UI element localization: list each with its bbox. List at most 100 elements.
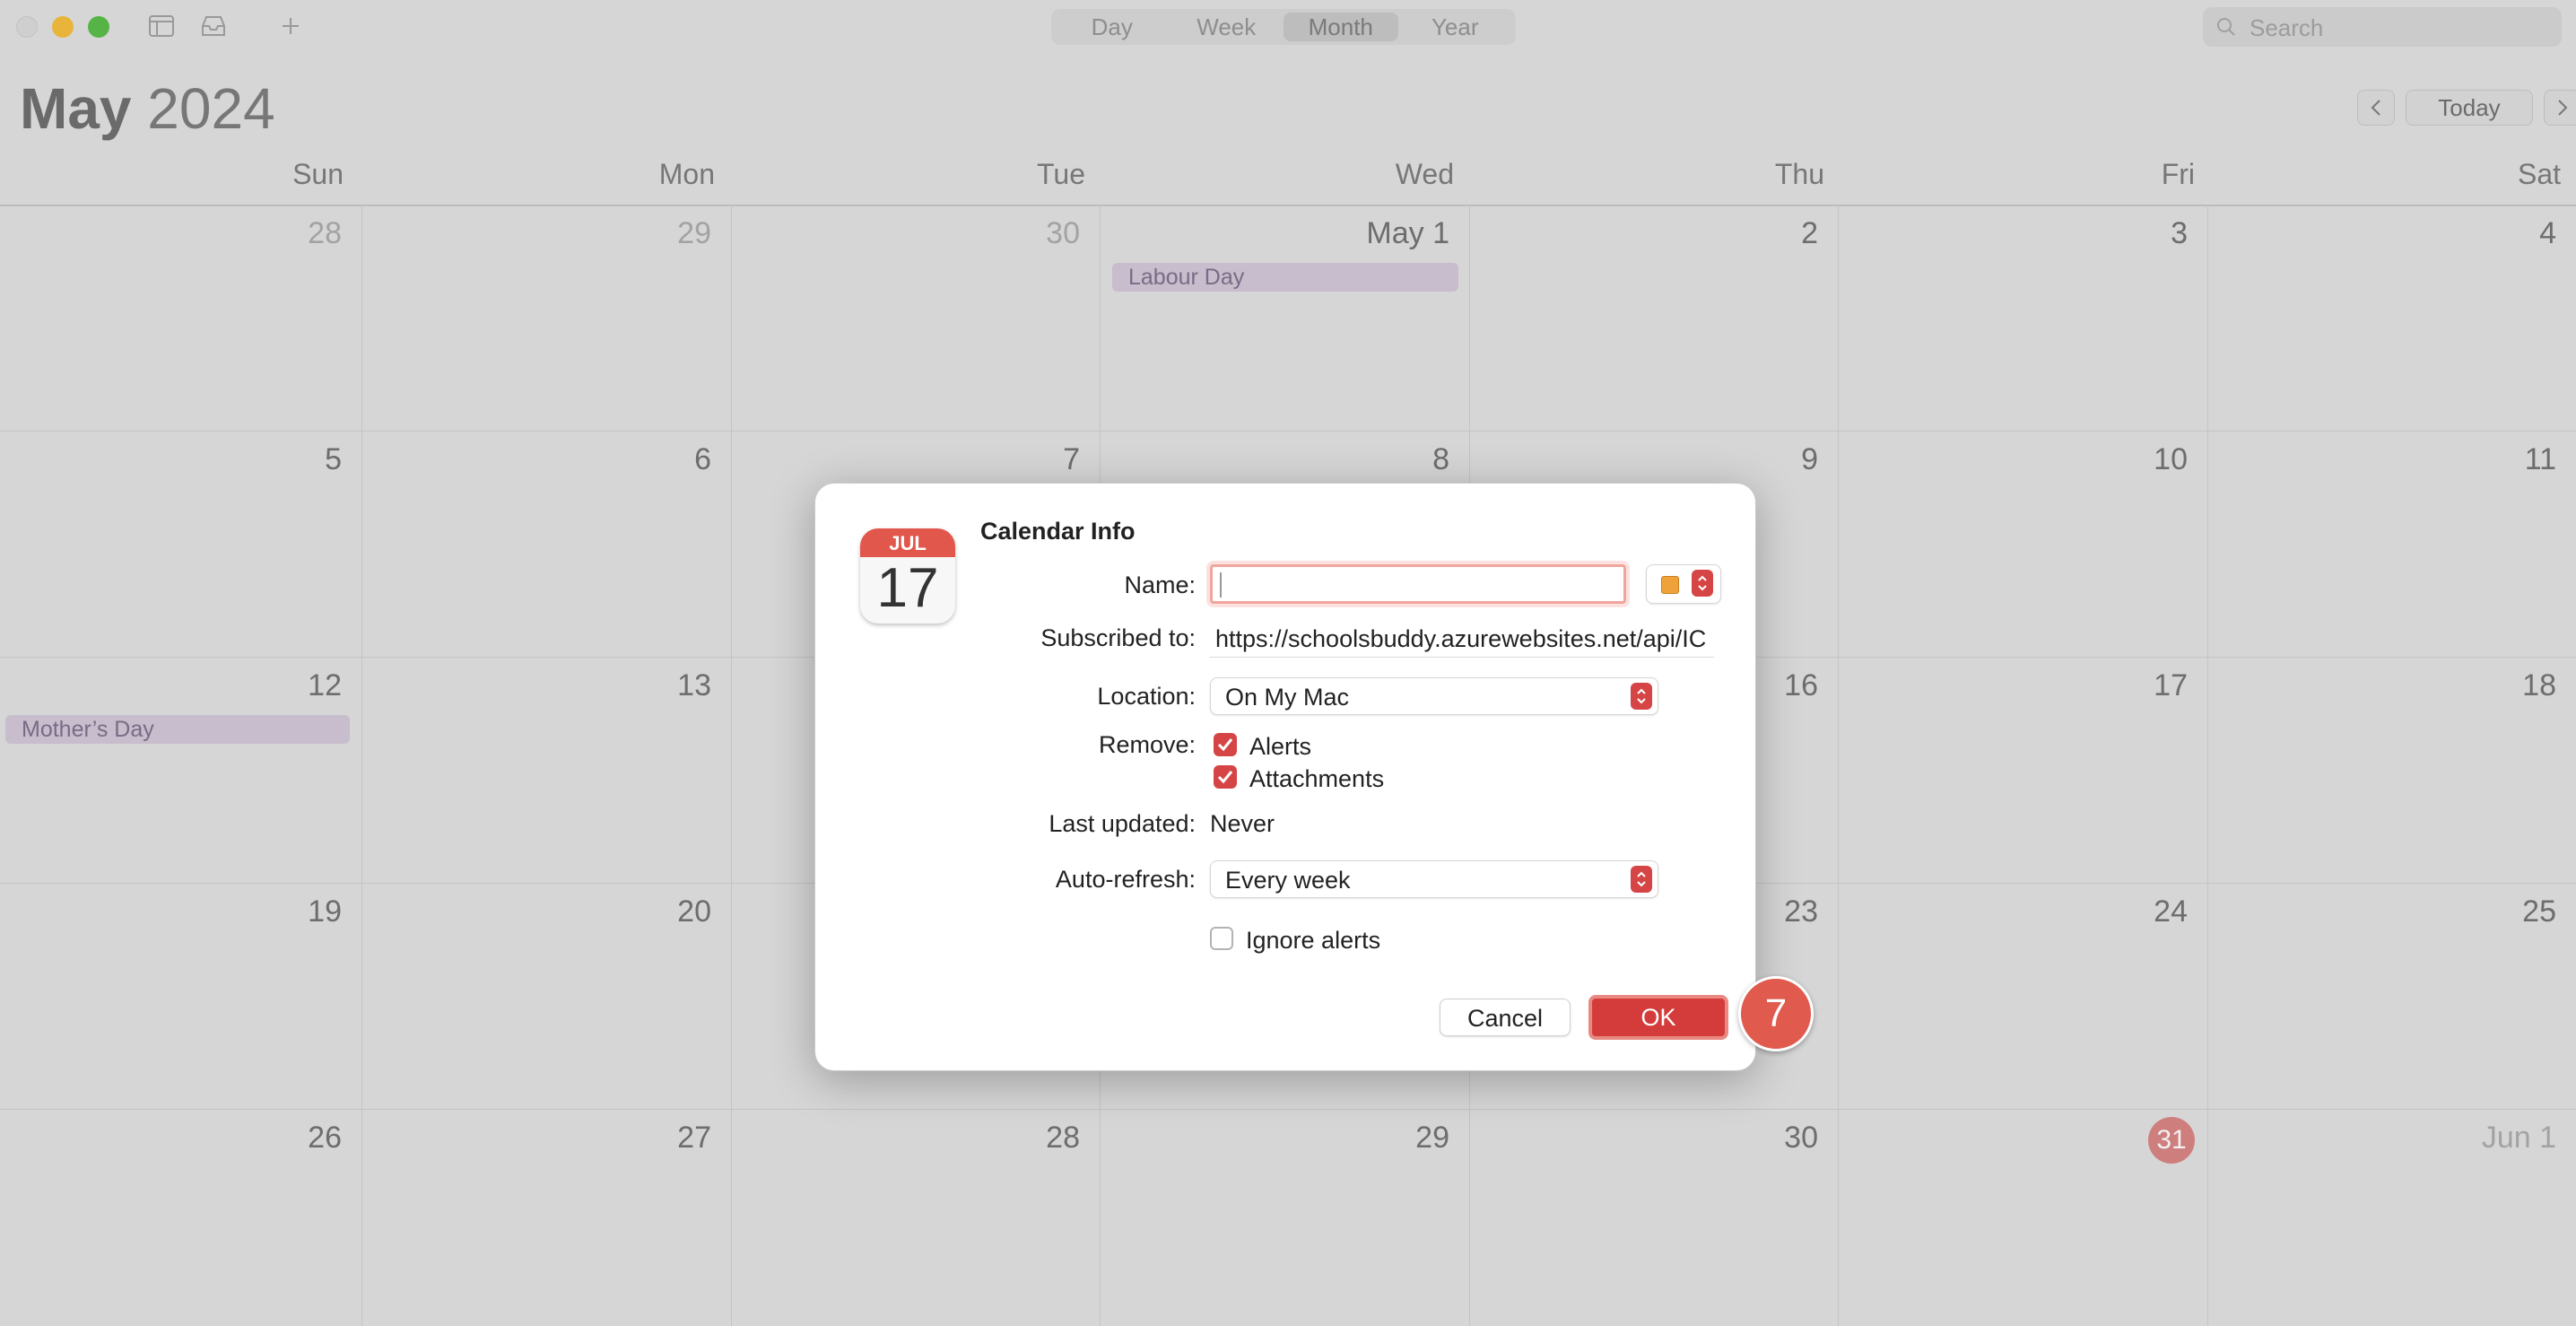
calendar-icon-day: 17 (876, 557, 939, 619)
inbox-icon[interactable] (199, 13, 228, 39)
day-cell[interactable]: 11 (2208, 432, 2576, 658)
event-mothers-day[interactable]: Mother’s Day (5, 715, 350, 744)
search-placeholder: Search (2250, 14, 2324, 41)
day-number: 29 (1415, 1121, 1449, 1155)
step-number-badge: 7 (1738, 976, 1814, 1051)
auto-refresh-value: Every week (1225, 867, 1351, 894)
weekday-sun: Sun (292, 158, 344, 190)
day-number: 29 (677, 216, 711, 250)
next-month-button[interactable] (2544, 90, 2576, 126)
tab-year[interactable]: Year (1398, 13, 1513, 41)
remove-label: Remove: (1098, 731, 1196, 758)
day-cell[interactable]: 26 (0, 1110, 362, 1326)
day-cell[interactable]: 25 (2208, 884, 2576, 1110)
day-number: May 1 (1366, 216, 1449, 250)
day-cell[interactable]: 2 (1470, 205, 1839, 432)
remove-attachments-checkbox[interactable] (1214, 765, 1237, 789)
day-cell[interactable]: 29 (1101, 1110, 1470, 1326)
color-stepper-icon (1692, 570, 1713, 597)
auto-refresh-stepper-icon (1631, 866, 1652, 893)
day-number: 13 (677, 668, 711, 702)
day-number: 26 (308, 1121, 342, 1155)
day-number: 25 (2522, 894, 2556, 929)
add-event-icon[interactable] (276, 13, 305, 39)
day-number: 23 (1784, 894, 1818, 929)
day-cell[interactable]: 19 (0, 884, 362, 1110)
day-number: 20 (677, 894, 711, 929)
remove-attachments-label: Attachments (1249, 765, 1385, 792)
day-cell[interactable]: 12 Mother’s Day (0, 658, 362, 884)
tab-day[interactable]: Day (1055, 13, 1170, 41)
previous-month-button[interactable] (2357, 90, 2395, 126)
ignore-alerts-checkbox[interactable] (1210, 927, 1233, 950)
event-labour-day[interactable]: Labour Day (1112, 263, 1458, 292)
day-number: 30 (1046, 216, 1080, 250)
day-cell[interactable]: 10 (1839, 432, 2208, 658)
window-minimize-button[interactable] (52, 16, 74, 38)
day-number: 18 (2522, 668, 2556, 702)
day-cell[interactable]: 18 (2208, 658, 2576, 884)
day-number: 6 (694, 442, 711, 476)
tab-week[interactable]: Week (1170, 13, 1284, 41)
day-number: 16 (1784, 668, 1818, 702)
calendar-list-icon[interactable] (147, 13, 176, 39)
calendar-info-dialog: JUL 17 Calendar Info Name: Subscribed to… (814, 483, 1756, 1071)
color-picker-button[interactable] (1646, 564, 1721, 604)
window-close-button[interactable] (16, 16, 38, 38)
day-cell[interactable]: 4 (2208, 205, 2576, 432)
day-cell[interactable]: 17 (1839, 658, 2208, 884)
weekday-mon: Mon (658, 158, 715, 190)
ok-button[interactable]: OK (1588, 995, 1728, 1040)
weekday-thu: Thu (1774, 158, 1824, 190)
day-cell[interactable]: 20 (362, 884, 732, 1110)
day-number: 8 (1432, 442, 1449, 476)
checkmark-icon (1217, 771, 1233, 784)
day-cell[interactable]: 30 (732, 205, 1101, 432)
weekday-sat: Sat (2517, 158, 2561, 190)
today-button[interactable]: Today (2406, 90, 2533, 126)
auto-refresh-label: Auto-refresh: (1055, 866, 1196, 893)
day-cell[interactable]: 28 (0, 205, 362, 432)
auto-refresh-popup[interactable]: Every week (1210, 860, 1658, 898)
chevron-right-icon (2558, 100, 2568, 116)
day-cell[interactable]: 3 (1839, 205, 2208, 432)
today-marker: 31 (2148, 1117, 2195, 1164)
year-label: 2024 (147, 76, 275, 141)
day-cell[interactable]: Jun 1 (2208, 1110, 2576, 1326)
day-number: 17 (2154, 668, 2188, 702)
day-cell[interactable]: 27 (362, 1110, 732, 1326)
day-cell[interactable]: 24 (1839, 884, 2208, 1110)
day-cell[interactable]: 5 (0, 432, 362, 658)
subscription-url-field[interactable]: https://schoolsbuddy.azurewebsites.net/a… (1210, 620, 1714, 658)
day-number: 9 (1801, 442, 1818, 476)
location-label: Location: (1097, 683, 1196, 710)
day-number: 19 (308, 894, 342, 929)
date-navigation: Today (2357, 90, 2576, 126)
weekday-wed: Wed (1395, 158, 1454, 190)
day-number: 28 (308, 216, 342, 250)
day-cell[interactable]: 6 (362, 432, 732, 658)
dialog-title: Calendar Info (980, 518, 1136, 545)
location-popup[interactable]: On My Mac (1210, 677, 1658, 715)
color-swatch (1661, 576, 1679, 594)
search-input[interactable]: Search (2203, 7, 2562, 47)
day-cell[interactable]: 13 (362, 658, 732, 884)
day-cell[interactable]: 29 (362, 205, 732, 432)
window-zoom-button[interactable] (88, 16, 109, 38)
day-number: 5 (325, 442, 342, 476)
day-cell-today[interactable]: 31 (1839, 1110, 2208, 1326)
cancel-button[interactable]: Cancel (1440, 999, 1571, 1036)
ignore-alerts-label: Ignore alerts (1246, 927, 1381, 954)
tab-month[interactable]: Month (1284, 13, 1398, 41)
name-label: Name: (1124, 571, 1196, 598)
checkmark-icon (1217, 738, 1233, 752)
view-switcher: Day Week Month Year (1051, 9, 1516, 45)
toolbar: Day Week Month Year Search (0, 0, 2576, 54)
calendar-icon-month: JUL (860, 528, 955, 557)
day-cell[interactable]: 28 (732, 1110, 1101, 1326)
page-title: May 2024 (20, 75, 275, 142)
remove-alerts-checkbox[interactable] (1214, 733, 1237, 756)
name-field[interactable] (1210, 564, 1626, 604)
day-cell[interactable]: May 1 Labour Day (1101, 205, 1470, 432)
day-cell[interactable]: 30 (1470, 1110, 1839, 1326)
